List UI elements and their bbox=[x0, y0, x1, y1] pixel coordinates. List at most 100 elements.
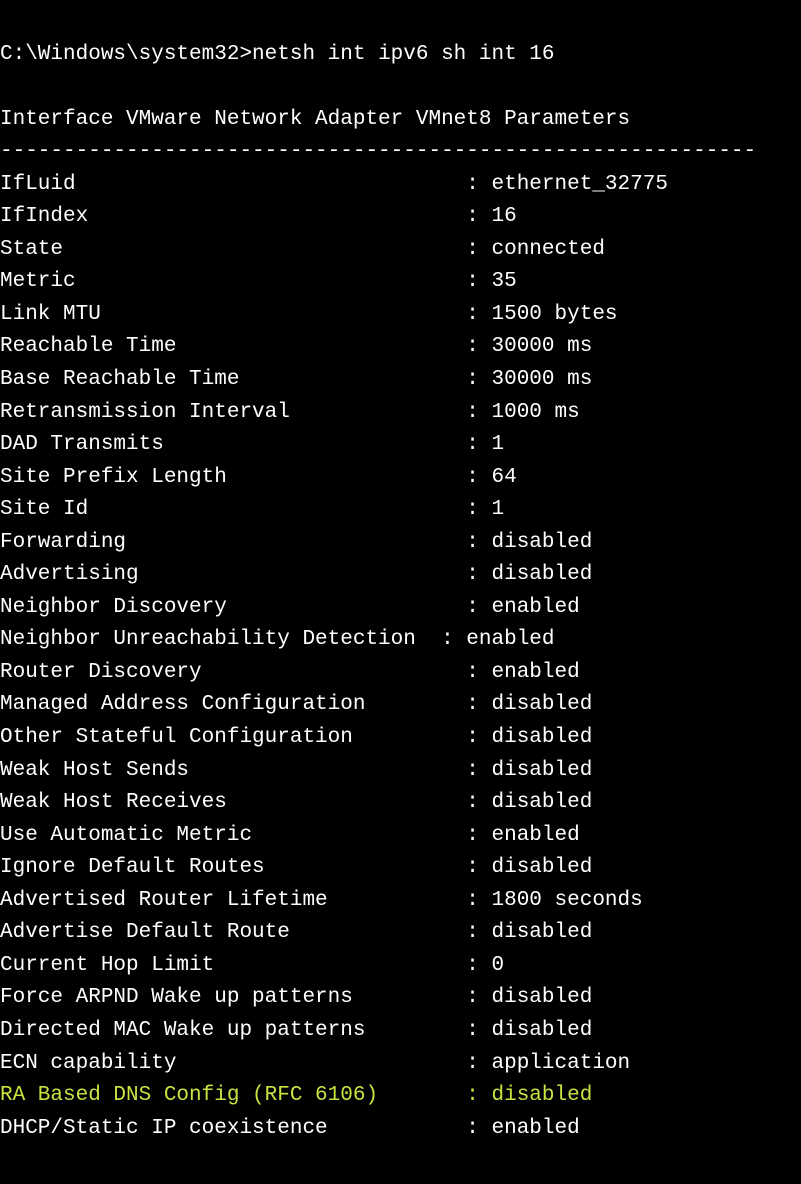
param-row: Metric : 35 bbox=[0, 270, 517, 293]
param-label: Directed MAC Wake up patterns bbox=[0, 1019, 466, 1042]
param-value: 1 bbox=[492, 433, 505, 456]
param-separator: : bbox=[466, 401, 491, 424]
param-label: Weak Host Receives bbox=[0, 791, 466, 814]
param-separator: : bbox=[466, 173, 491, 196]
param-separator: : bbox=[466, 856, 491, 879]
param-separator: : bbox=[466, 466, 491, 489]
param-row: IfLuid : ethernet_32775 bbox=[0, 173, 668, 196]
param-row: Retransmission Interval : 1000 ms bbox=[0, 401, 580, 424]
param-value: disabled bbox=[492, 1019, 593, 1042]
param-separator: : bbox=[466, 498, 491, 521]
param-value: disabled bbox=[492, 693, 593, 716]
param-separator: : bbox=[466, 596, 491, 619]
param-separator: : bbox=[466, 954, 491, 977]
param-row: Site Prefix Length : 64 bbox=[0, 466, 517, 489]
param-value: application bbox=[492, 1052, 631, 1075]
param-separator: : bbox=[441, 628, 466, 651]
param-label: IfLuid bbox=[0, 173, 466, 196]
param-separator: : bbox=[466, 1052, 491, 1075]
param-label: Neighbor Discovery bbox=[0, 596, 466, 619]
param-label: Metric bbox=[0, 270, 466, 293]
param-row: Use Automatic Metric : enabled bbox=[0, 824, 580, 847]
param-label: Neighbor Unreachability Detection bbox=[0, 628, 441, 651]
param-value: 35 bbox=[492, 270, 517, 293]
param-value: disabled bbox=[492, 726, 593, 749]
param-value: 30000 ms bbox=[492, 335, 593, 358]
param-value: disabled bbox=[492, 531, 593, 554]
param-label: RA Based DNS Config (RFC 6106) bbox=[0, 1084, 466, 1107]
param-value: 30000 ms bbox=[492, 368, 593, 391]
param-row: Reachable Time : 30000 ms bbox=[0, 335, 592, 358]
param-row: Weak Host Receives : disabled bbox=[0, 791, 592, 814]
prompt-line: C:\Windows\system32>netsh int ipv6 sh in… bbox=[0, 43, 555, 66]
param-row: State : connected bbox=[0, 238, 605, 261]
param-separator: : bbox=[466, 693, 491, 716]
param-label: Site Prefix Length bbox=[0, 466, 466, 489]
param-row: DHCP/Static IP coexistence : enabled bbox=[0, 1117, 580, 1140]
prompt-path: C:\Windows\system32> bbox=[0, 43, 252, 66]
param-value: enabled bbox=[492, 824, 580, 847]
param-value: 64 bbox=[492, 466, 517, 489]
param-value: enabled bbox=[492, 661, 580, 684]
param-separator: : bbox=[466, 270, 491, 293]
param-value: 1800 seconds bbox=[492, 889, 643, 912]
param-row: Router Discovery : enabled bbox=[0, 661, 580, 684]
param-label: Ignore Default Routes bbox=[0, 856, 466, 879]
param-separator: : bbox=[466, 303, 491, 326]
param-label: DAD Transmits bbox=[0, 433, 466, 456]
param-label: Link MTU bbox=[0, 303, 466, 326]
param-label: Forwarding bbox=[0, 531, 466, 554]
terminal-output: C:\Windows\system32>netsh int ipv6 sh in… bbox=[0, 0, 801, 1184]
param-label: ECN capability bbox=[0, 1052, 466, 1075]
param-label: Retransmission Interval bbox=[0, 401, 466, 424]
param-row: Directed MAC Wake up patterns : disabled bbox=[0, 1019, 592, 1042]
param-row: DAD Transmits : 1 bbox=[0, 433, 504, 456]
param-row: Advertise Default Route : disabled bbox=[0, 921, 592, 944]
param-row: RA Based DNS Config (RFC 6106) : disable… bbox=[0, 1084, 592, 1107]
param-separator: : bbox=[466, 661, 491, 684]
param-row: Link MTU : 1500 bytes bbox=[0, 303, 618, 326]
param-row: Neighbor Discovery : enabled bbox=[0, 596, 580, 619]
param-label: State bbox=[0, 238, 466, 261]
param-value: enabled bbox=[492, 596, 580, 619]
param-label: Force ARPND Wake up patterns bbox=[0, 986, 466, 1009]
param-row: Force ARPND Wake up patterns : disabled bbox=[0, 986, 592, 1009]
param-row: Ignore Default Routes : disabled bbox=[0, 856, 592, 879]
param-value: disabled bbox=[492, 759, 593, 782]
param-value: disabled bbox=[492, 1084, 593, 1107]
param-row: Forwarding : disabled bbox=[0, 531, 592, 554]
param-separator: : bbox=[466, 1019, 491, 1042]
param-separator: : bbox=[466, 759, 491, 782]
param-separator: : bbox=[466, 531, 491, 554]
param-separator: : bbox=[466, 238, 491, 261]
param-row: Neighbor Unreachability Detection : enab… bbox=[0, 628, 555, 651]
param-separator: : bbox=[466, 889, 491, 912]
param-row: Advertising : disabled bbox=[0, 563, 592, 586]
param-label: Advertise Default Route bbox=[0, 921, 466, 944]
param-label: Site Id bbox=[0, 498, 466, 521]
interface-header: Interface VMware Network Adapter VMnet8 … bbox=[0, 108, 630, 131]
param-value: disabled bbox=[492, 986, 593, 1009]
param-label: Router Discovery bbox=[0, 661, 466, 684]
param-value: 16 bbox=[492, 205, 517, 228]
param-separator: : bbox=[466, 986, 491, 1009]
param-value: disabled bbox=[492, 856, 593, 879]
param-row: Advertised Router Lifetime : 1800 second… bbox=[0, 889, 643, 912]
param-row: Base Reachable Time : 30000 ms bbox=[0, 368, 592, 391]
param-label: Reachable Time bbox=[0, 335, 466, 358]
parameter-list: IfLuid : ethernet_32775 IfIndex : 16 Sta… bbox=[0, 169, 801, 1145]
param-value: enabled bbox=[492, 1117, 580, 1140]
param-label: Weak Host Sends bbox=[0, 759, 466, 782]
param-label: Advertising bbox=[0, 563, 466, 586]
param-separator: : bbox=[466, 433, 491, 456]
param-label: Advertised Router Lifetime bbox=[0, 889, 466, 912]
param-value: 1500 bytes bbox=[492, 303, 618, 326]
param-row: Current Hop Limit : 0 bbox=[0, 954, 504, 977]
param-separator: : bbox=[466, 824, 491, 847]
param-separator: : bbox=[466, 791, 491, 814]
param-label: Current Hop Limit bbox=[0, 954, 466, 977]
param-value: disabled bbox=[492, 921, 593, 944]
param-row: ECN capability : application bbox=[0, 1052, 630, 1075]
param-value: 1000 ms bbox=[492, 401, 580, 424]
param-row: Site Id : 1 bbox=[0, 498, 504, 521]
